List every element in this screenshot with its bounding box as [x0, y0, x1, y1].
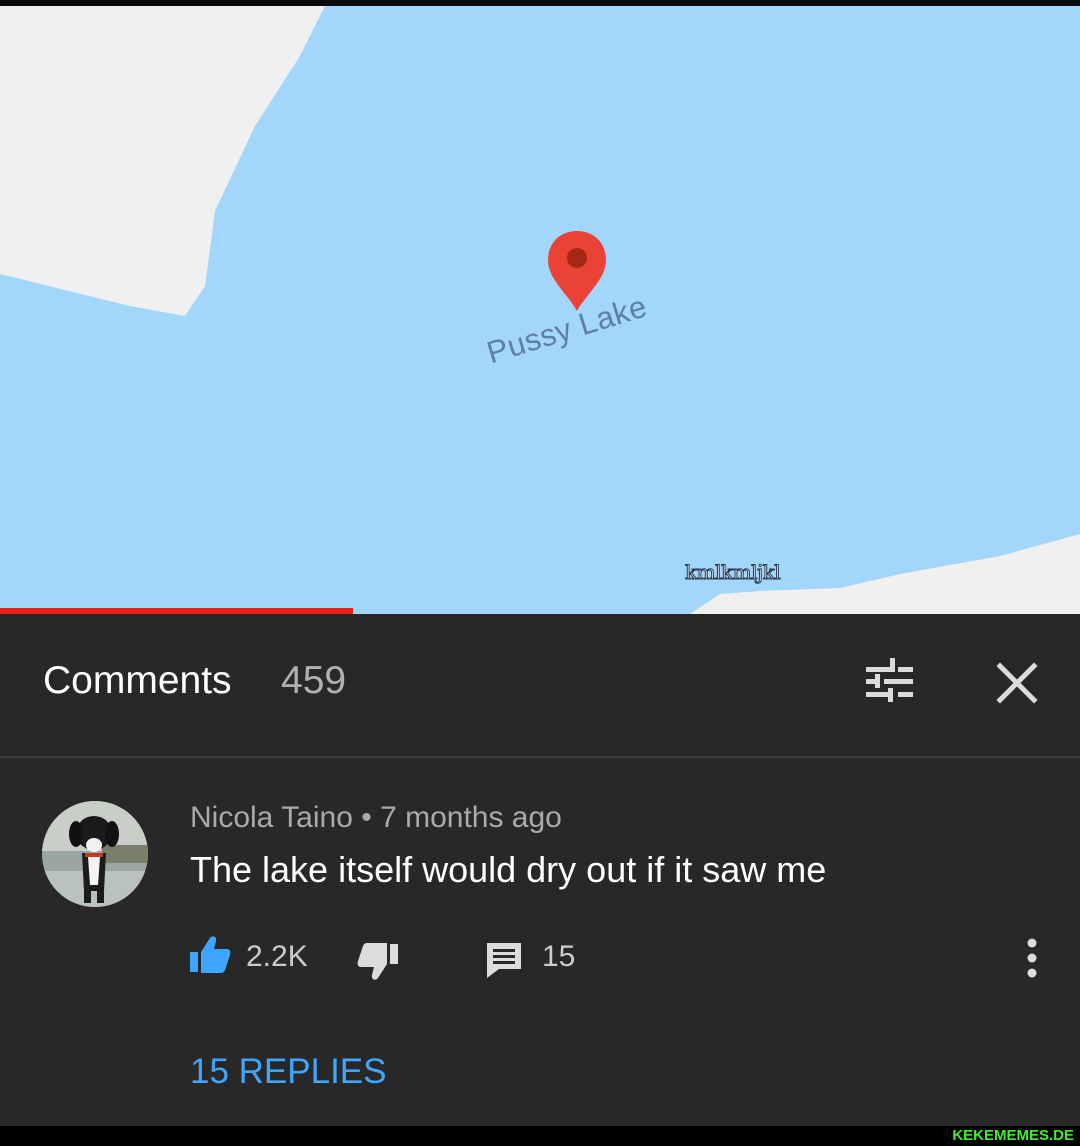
footer-strip [0, 1126, 1080, 1146]
like-button[interactable] [188, 934, 232, 976]
sort-filter-icon [866, 658, 913, 702]
watermark-text: kmlkmljkl [684, 560, 781, 585]
meta-separator: • [352, 801, 381, 834]
more-vert-icon [1027, 938, 1037, 978]
map-land [0, 6, 1080, 614]
reply-count: 15 [542, 940, 576, 973]
reply-button[interactable] [484, 940, 524, 980]
dislike-button[interactable] [356, 940, 400, 982]
header-divider [0, 756, 1080, 758]
site-watermark: KEKEMEMES.DE [952, 1127, 1074, 1144]
like-count: 2.2K [246, 940, 308, 973]
thumbs-up-icon [190, 936, 231, 973]
author-name[interactable]: Nicola Taino [190, 801, 353, 834]
thumbs-down-icon [357, 943, 398, 980]
comment-text: The lake itself would dry out if it saw … [190, 849, 827, 890]
video-player[interactable]: Pussy Lake kmlkmljkl [0, 6, 1080, 614]
sort-filter-button[interactable] [858, 652, 922, 710]
comments-count: 459 [281, 659, 347, 702]
comments-title: Comments [43, 659, 232, 702]
view-replies-link[interactable]: 15 REPLIES [190, 1052, 387, 1092]
comment-time: 7 months ago [380, 801, 562, 834]
close-icon [996, 662, 1038, 704]
dog-avatar [42, 801, 148, 907]
more-options-button[interactable] [1018, 936, 1046, 982]
comment-icon [487, 943, 521, 978]
close-comments-button[interactable] [990, 656, 1044, 710]
comment-meta: Nicola Taino • 7 months ago [190, 801, 562, 835]
author-avatar[interactable] [42, 801, 148, 907]
